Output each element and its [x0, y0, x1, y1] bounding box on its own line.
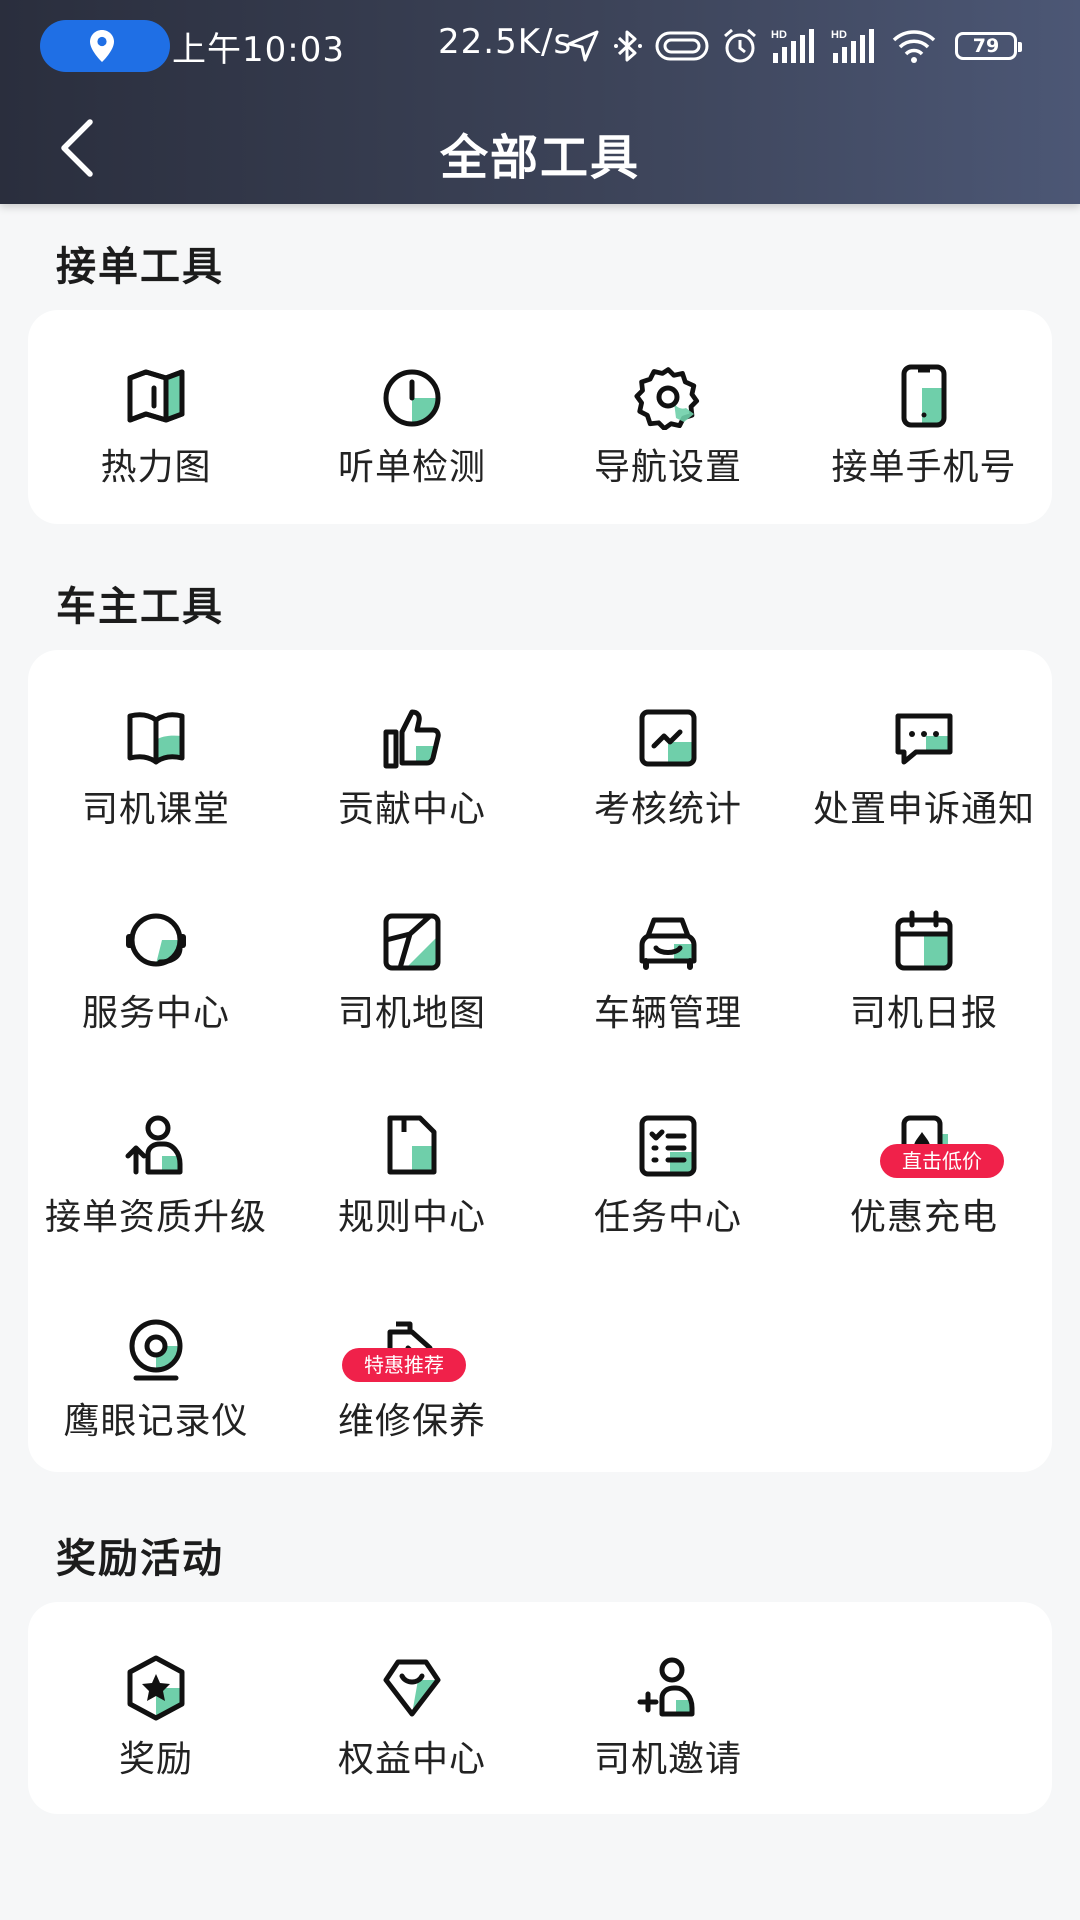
checklist-icon [639, 1115, 697, 1177]
tool-appeal-notice[interactable]: 处置申诉通知 [796, 698, 1052, 878]
tool-label: 任务中心 [593, 1197, 742, 1238]
gift-icon [383, 1659, 441, 1717]
svg-text:HD: HD [831, 29, 847, 41]
tool-qualification-upgrade[interactable]: 接单资质升级 [28, 1106, 284, 1286]
tool-label: 优惠充电 [849, 1197, 998, 1238]
tool-benefits-center[interactable]: 权益中心 [284, 1648, 540, 1828]
calendar-icon [895, 910, 953, 971]
thumbs-up-icon [383, 709, 441, 769]
tool-heatmap[interactable]: 热力图 [28, 356, 284, 536]
status-bar: 上午10:03 22.5K/s HD HD 79 [0, 0, 1080, 92]
card-order-tools: 热力图 听单检测 导航设置 接单手机号 [28, 310, 1052, 524]
tool-label: 维修保养 [337, 1401, 486, 1442]
camera-icon [129, 1319, 183, 1381]
nav-bar: 全部工具 [0, 92, 1080, 204]
tool-label: 司机地图 [337, 993, 486, 1034]
map-square-icon [383, 913, 441, 971]
tool-label: 司机日报 [849, 993, 998, 1034]
alarm-icon [724, 28, 756, 63]
tool-driver-invite[interactable]: 司机邀请 [540, 1648, 796, 1828]
add-user-icon [637, 1657, 695, 1717]
tool-label: 听单检测 [337, 447, 486, 488]
nfc-icon [655, 31, 709, 61]
tool-label: 导航设置 [593, 447, 742, 488]
tool-service-center[interactable]: 服务中心 [28, 902, 284, 1082]
svg-text:HD: HD [771, 29, 787, 41]
app-header: 上午10:03 22.5K/s HD HD 79 全部工具 [0, 0, 1080, 204]
tool-label: 鹰眼记录仪 [63, 1401, 249, 1442]
card-rewards: 奖励 权益中心 司机邀请 [28, 1602, 1052, 1814]
tool-label: 接单资质升级 [44, 1197, 267, 1238]
message-icon [895, 713, 953, 765]
section-title-owner-tools: 车主工具 [56, 584, 224, 630]
headset-icon [126, 913, 186, 967]
card-owner-tools: 司机课堂 贡献中心 考核统计 处置申诉通知 服务中心 司机地图 车辆管理 司机日… [28, 650, 1052, 1472]
car-icon [639, 917, 697, 970]
tool-label: 司机课堂 [81, 789, 230, 830]
tool-driver-map[interactable]: 司机地图 [284, 902, 540, 1082]
tool-rewards[interactable]: 奖励 [28, 1648, 284, 1828]
tool-label: 司机邀请 [593, 1739, 742, 1780]
tool-discount-charging[interactable]: 直击低价 优惠充电 [796, 1106, 1052, 1286]
bluetooth-icon [614, 30, 642, 62]
section-title-order-tools: 接单工具 [56, 244, 224, 290]
promo-badge: 特惠推荐 [342, 1348, 466, 1382]
page-title: 全部工具 [439, 130, 640, 186]
tool-label: 接单手机号 [831, 447, 1017, 488]
user-upgrade-icon [125, 1115, 183, 1175]
section-title-rewards: 奖励活动 [56, 1536, 224, 1582]
tool-label: 奖励 [118, 1739, 193, 1780]
tool-task-center[interactable]: 任务中心 [540, 1106, 796, 1286]
wifi-icon [892, 30, 936, 63]
chart-icon [639, 709, 697, 767]
tool-label: 车辆管理 [593, 993, 742, 1034]
tool-label: 热力图 [100, 447, 212, 488]
tool-vehicle-management[interactable]: 车辆管理 [540, 902, 796, 1082]
signal-hd-icon: HD [771, 29, 814, 63]
promo-badge: 直击低价 [880, 1144, 1004, 1178]
tool-label: 贡献中心 [337, 789, 486, 830]
location-icon [90, 30, 114, 62]
navigation-arrow-icon [567, 30, 599, 62]
star-badge-icon [127, 1655, 185, 1721]
gear-icon [634, 367, 700, 430]
status-icons: HD HD 79 [565, 18, 1022, 74]
tool-label: 处置申诉通知 [812, 789, 1035, 830]
tool-navigation-settings[interactable]: 导航设置 [540, 356, 796, 536]
tool-label: 考核统计 [593, 789, 742, 830]
tool-label: 权益中心 [337, 1739, 486, 1780]
location-pill[interactable] [40, 20, 170, 72]
signal-hd-icon: HD [831, 29, 874, 63]
document-icon [387, 1115, 437, 1175]
battery-icon: 79 [955, 32, 1022, 60]
map-icon [127, 369, 185, 423]
clock-icon [383, 369, 441, 427]
status-time: 上午10:03 [172, 30, 345, 70]
tool-label: 服务中心 [81, 993, 230, 1034]
tool-dashcam[interactable]: 鹰眼记录仪 [28, 1310, 284, 1490]
network-speed: 22.5K/s [438, 22, 573, 62]
tool-order-phone[interactable]: 接单手机号 [796, 356, 1052, 536]
tool-order-detection[interactable]: 听单检测 [284, 356, 540, 536]
tool-assessment-stats[interactable]: 考核统计 [540, 698, 796, 878]
book-icon [127, 712, 185, 765]
phone-icon [901, 364, 947, 428]
tool-driver-class[interactable]: 司机课堂 [28, 698, 284, 878]
tool-driver-daily[interactable]: 司机日报 [796, 902, 1052, 1082]
tool-label: 规则中心 [337, 1197, 486, 1238]
tool-rule-center[interactable]: 规则中心 [284, 1106, 540, 1286]
tool-maintenance[interactable]: 特惠推荐 维修保养 [284, 1310, 540, 1490]
tool-contribution-center[interactable]: 贡献中心 [284, 698, 540, 878]
